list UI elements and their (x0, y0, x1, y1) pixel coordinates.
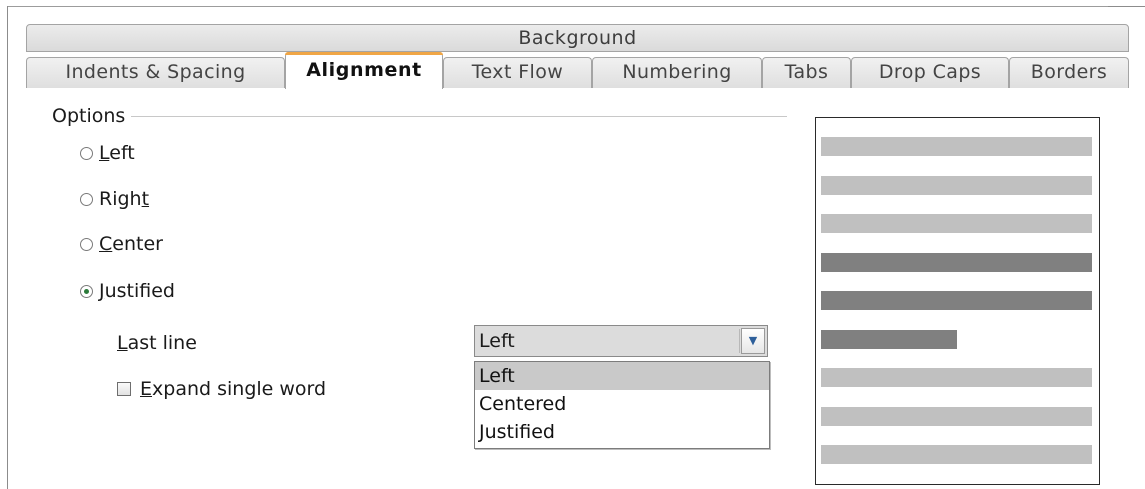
dropdown-option-left[interactable]: Left (475, 362, 769, 390)
expand-single-word-label: Expand single word (140, 378, 327, 400)
last-line-select-value: Left (479, 330, 515, 352)
last-line-select[interactable]: Left ▼ (474, 325, 768, 357)
radio-justified-indicator[interactable] (80, 284, 93, 298)
radio-left[interactable]: Left (80, 140, 135, 166)
tab-text-flow[interactable]: Text Flow (443, 57, 592, 88)
preview-line-context (821, 137, 1092, 156)
preview-line-sample (821, 253, 1092, 272)
options-section-label: Options (52, 103, 132, 129)
last-line-dropdown-list: Left Centered Justified (474, 361, 770, 449)
alignment-preview (815, 117, 1100, 485)
radio-right-label: Right (99, 188, 150, 210)
select-separator (739, 329, 740, 353)
tab-tabs[interactable]: Tabs (762, 57, 851, 88)
tab-alignment[interactable]: Alignment (285, 52, 443, 89)
preview-line-context (821, 407, 1092, 426)
radio-center[interactable]: Center (80, 231, 163, 257)
tab-indents-spacing[interactable]: Indents & Spacing (26, 57, 285, 88)
radio-justified-label: Justified (99, 280, 175, 302)
dropdown-option-justified[interactable]: Justified (475, 418, 769, 446)
tab-drop-caps[interactable]: Drop Caps (851, 57, 1009, 88)
preview-line-sample (821, 291, 1092, 310)
chevron-down-icon[interactable]: ▼ (741, 328, 765, 354)
tab-borders[interactable]: Borders (1009, 57, 1129, 88)
dropdown-option-centered[interactable]: Centered (475, 390, 769, 418)
options-separator (52, 116, 787, 117)
radio-right-indicator[interactable] (80, 192, 93, 206)
radio-center-indicator[interactable] (80, 237, 93, 251)
radio-center-label: Center (99, 233, 163, 255)
expand-single-word-checkbox[interactable]: Expand single word (117, 376, 326, 402)
preview-line-context (821, 176, 1092, 195)
preview-line-sample (821, 330, 957, 349)
preview-line-context (821, 368, 1092, 387)
tab-background[interactable]: Background (26, 24, 1129, 52)
radio-justified[interactable]: Justified (80, 278, 175, 304)
tab-row: Indents & Spacing Alignment Text Flow Nu… (26, 52, 1129, 89)
dialog-frame-top (7, 6, 1145, 7)
window-corner (1108, 0, 1145, 7)
radio-right[interactable]: Right (80, 186, 149, 212)
expand-single-word-box[interactable] (117, 382, 131, 396)
tab-numbering[interactable]: Numbering (592, 57, 762, 88)
dialog-frame-left (7, 6, 8, 489)
last-line-label: Last line (117, 332, 197, 354)
radio-left-indicator[interactable] (80, 146, 93, 160)
preview-line-context (821, 445, 1092, 464)
radio-left-label: Left (99, 142, 135, 164)
preview-line-context (821, 214, 1092, 233)
